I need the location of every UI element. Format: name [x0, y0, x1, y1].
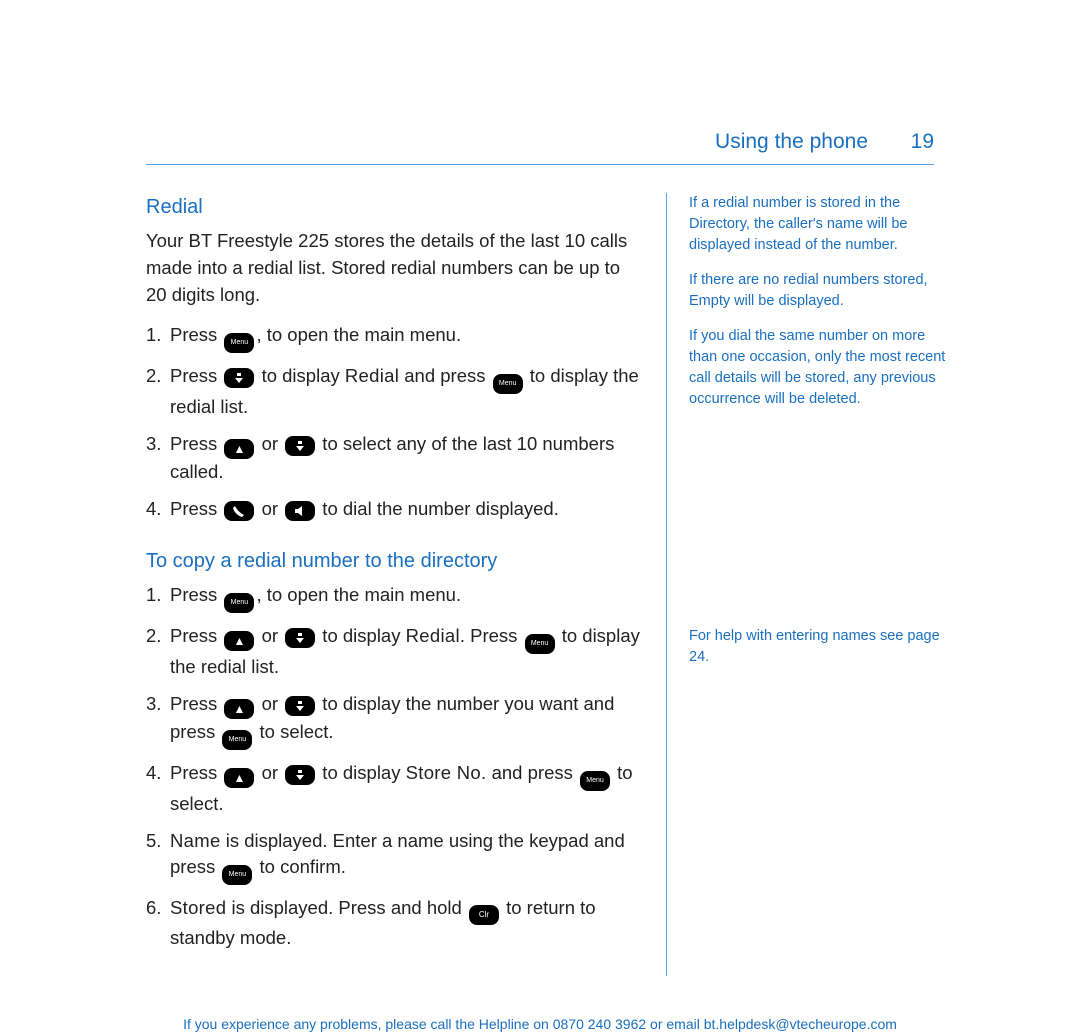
display-text: Redial [345, 365, 399, 386]
page-footer: If you experience any problems, please c… [146, 1016, 934, 1032]
up-key-icon: ▲ [224, 631, 254, 651]
instruction-step: 2.Press ▲ or to display Redial. Press Me… [146, 623, 644, 681]
step-number: 3. [146, 691, 161, 718]
menu-key-icon: Menu [525, 634, 555, 654]
up-key-icon: ▲ [224, 768, 254, 788]
sidebar-column: If a redial number is stored in the Dire… [666, 193, 957, 976]
section-title: Using the phone [715, 130, 868, 154]
instruction-step: 4.Press ▲ or to display Store No. and pr… [146, 760, 644, 818]
content-columns: Redial Your BT Freestyle 225 stores the … [146, 193, 934, 976]
up-key-icon: ▲ [224, 699, 254, 719]
main-column: Redial Your BT Freestyle 225 stores the … [146, 193, 666, 976]
sidebar-note: If there are no redial numbers stored, E… [689, 270, 957, 312]
down-key-icon [285, 696, 315, 716]
down-key-icon [285, 765, 315, 785]
manual-page: Using the phone 19 Redial Your BT Freest… [146, 130, 934, 1032]
sidebar-name-help: For help with entering names see page 24… [689, 626, 957, 668]
sidebar-note: If a redial number is stored in the Dire… [689, 193, 957, 256]
step-number: 4. [146, 760, 161, 787]
step-number: 6. [146, 895, 161, 922]
instruction-step: 3.Press ▲ or to select any of the last 1… [146, 431, 644, 486]
call-key-icon [224, 501, 254, 521]
menu-key-icon: Menu [222, 865, 252, 885]
page-number: 19 [904, 130, 934, 154]
redial-intro: Your BT Freestyle 225 stores the details… [146, 228, 644, 308]
menu-key-icon: Menu [580, 771, 610, 791]
copy-redial-steps: 1.Press Menu, to open the main menu. 2.Pr… [146, 582, 644, 952]
step-number: 2. [146, 623, 161, 650]
instruction-step: 1.Press Menu, to open the main menu. [146, 582, 644, 613]
instruction-step: 5.Name is displayed. Enter a name using … [146, 828, 644, 886]
display-text: Stored [170, 897, 226, 918]
instruction-step: 3.Press ▲ or to display the number you w… [146, 691, 644, 750]
heading-copy-redial: To copy a redial number to the directory [146, 547, 644, 576]
sidebar-note: If you dial the same number on more than… [689, 326, 957, 410]
down-key-icon [285, 436, 315, 456]
step-number: 1. [146, 582, 161, 609]
up-key-icon: ▲ [224, 439, 254, 459]
menu-key-icon: Menu [224, 593, 254, 613]
step-number: 4. [146, 496, 161, 523]
menu-key-icon: Menu [224, 333, 254, 353]
speaker-key-icon [285, 501, 315, 521]
instruction-step: 2.Press to display Redial and press Menu… [146, 363, 644, 421]
step-number: 2. [146, 363, 161, 390]
display-text: Redial [406, 625, 460, 646]
down-key-icon [285, 628, 315, 648]
instruction-step: 6.Stored is displayed. Press and hold Cl… [146, 895, 644, 952]
instruction-step: 4.Press or to dial the number displayed. [146, 496, 644, 523]
display-text: Store No. [406, 762, 487, 783]
instruction-step: 1.Press Menu, to open the main menu. [146, 322, 644, 353]
redial-steps: 1.Press Menu, to open the main menu. 2.Pr… [146, 322, 644, 522]
down-key-icon [224, 368, 254, 388]
menu-key-icon: Menu [222, 730, 252, 750]
step-number: 5. [146, 828, 161, 855]
menu-key-icon: Menu [493, 374, 523, 394]
clr-key-icon: Clr [469, 905, 499, 925]
step-number: 3. [146, 431, 161, 458]
page-header: Using the phone 19 [146, 130, 934, 165]
display-text: Name [170, 830, 221, 851]
step-number: 1. [146, 322, 161, 349]
heading-redial: Redial [146, 193, 644, 222]
